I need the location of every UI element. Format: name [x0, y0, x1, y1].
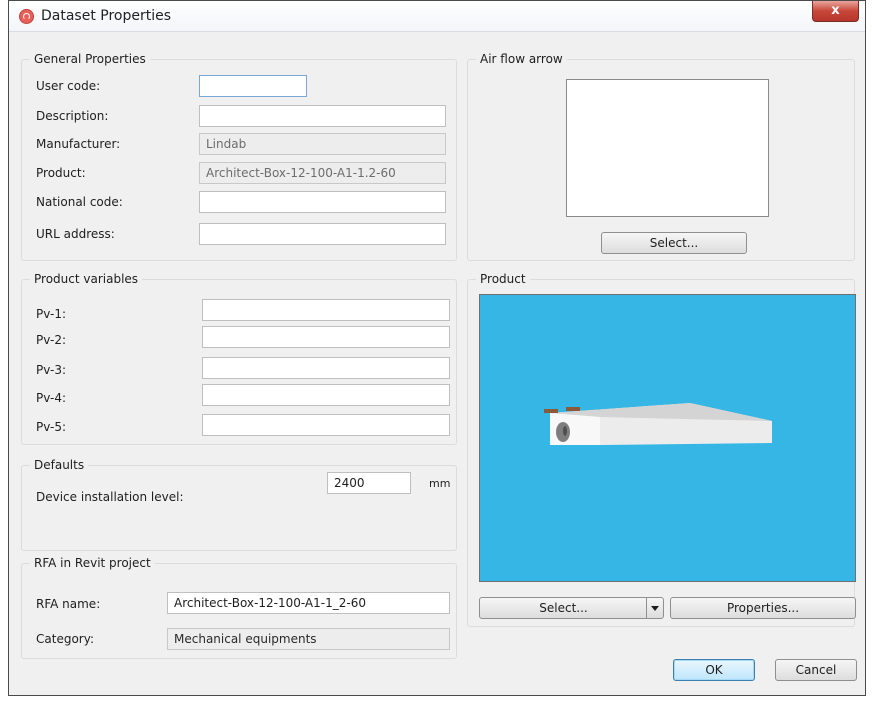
general-properties-group: General Properties User code: Descriptio…: [21, 52, 457, 261]
group-title: General Properties: [30, 52, 150, 66]
category-label: Category:: [36, 632, 94, 646]
connector-right: [566, 407, 580, 411]
rfa-revit-project-group: RFA in Revit project RFA name: Architect…: [21, 556, 457, 659]
national-code-input[interactable]: [199, 191, 446, 213]
connector-left: [544, 409, 558, 413]
group-title: Product: [476, 272, 530, 286]
close-button[interactable]: x: [812, 1, 859, 22]
description-label: Description:: [36, 109, 109, 123]
pv-1-label: Pv-1:: [36, 307, 67, 321]
url-address-label: URL address:: [36, 227, 115, 241]
app-icon: [19, 9, 34, 24]
manufacturer-label: Manufacturer:: [36, 137, 121, 151]
title-bar[interactable]: Dataset Properties x: [9, 1, 865, 32]
product-select-label: Select...: [539, 601, 588, 615]
group-title: RFA in Revit project: [30, 556, 155, 570]
product-field: Architect-Box-12-100-A1-1.2-60: [199, 162, 446, 184]
manufacturer-field: Lindab: [199, 133, 446, 155]
product-model: [544, 403, 772, 445]
pv-5-input[interactable]: [202, 414, 450, 436]
duct-opening: [556, 422, 570, 442]
pv-2-input[interactable]: [202, 326, 450, 348]
ok-button[interactable]: OK: [673, 659, 755, 681]
product-label: Product:: [36, 166, 86, 180]
pv-3-input[interactable]: [202, 357, 450, 379]
rfa-name-input[interactable]: Architect-Box-12-100-A1-1_2-60: [167, 592, 450, 614]
duct-opening-rim: [563, 426, 567, 436]
pv-5-label: Pv-5:: [36, 420, 67, 434]
user-code-input[interactable]: [199, 75, 307, 97]
group-title: Product variables: [30, 272, 143, 286]
cancel-button[interactable]: Cancel: [775, 659, 857, 681]
product-group: Product Select... Properties...: [467, 272, 856, 627]
air-flow-select-button[interactable]: Select...: [601, 232, 747, 254]
window-title: Dataset Properties: [41, 8, 172, 24]
product-select-split-button[interactable]: Select...: [479, 597, 664, 619]
air-flow-arrow-preview: [566, 79, 769, 217]
user-code-label: User code:: [36, 79, 101, 93]
unit-label: mm: [429, 477, 451, 490]
device-installation-level-input[interactable]: 2400: [327, 472, 411, 494]
device-installation-level-label: Device installation level:: [36, 490, 184, 504]
product-variables-group: Product variables Pv-1: Pv-2: Pv-3: Pv-4…: [21, 272, 457, 445]
group-title: Air flow arrow: [476, 52, 567, 66]
product-3d-viewport[interactable]: [479, 294, 856, 582]
group-title: Defaults: [30, 458, 89, 472]
category-field: Mechanical equipments: [167, 628, 450, 650]
air-flow-arrow-group: Air flow arrow Select...: [467, 52, 855, 261]
description-input[interactable]: [199, 105, 446, 127]
defaults-group: Defaults Device installation level: 2400…: [21, 458, 457, 551]
national-code-label: National code:: [36, 195, 123, 209]
pv-3-label: Pv-3:: [36, 363, 67, 377]
close-icon: x: [831, 3, 840, 18]
dataset-properties-dialog: Dataset Properties x General Properties …: [8, 0, 866, 696]
pv-4-input[interactable]: [202, 384, 450, 406]
pv-4-label: Pv-4:: [36, 391, 67, 405]
pv-2-label: Pv-2:: [36, 333, 67, 347]
product-properties-button[interactable]: Properties...: [670, 597, 856, 619]
url-address-input[interactable]: [199, 223, 446, 245]
pv-1-input[interactable]: [202, 299, 450, 321]
rfa-name-label: RFA name:: [36, 597, 101, 611]
chevron-down-icon[interactable]: [646, 598, 663, 618]
